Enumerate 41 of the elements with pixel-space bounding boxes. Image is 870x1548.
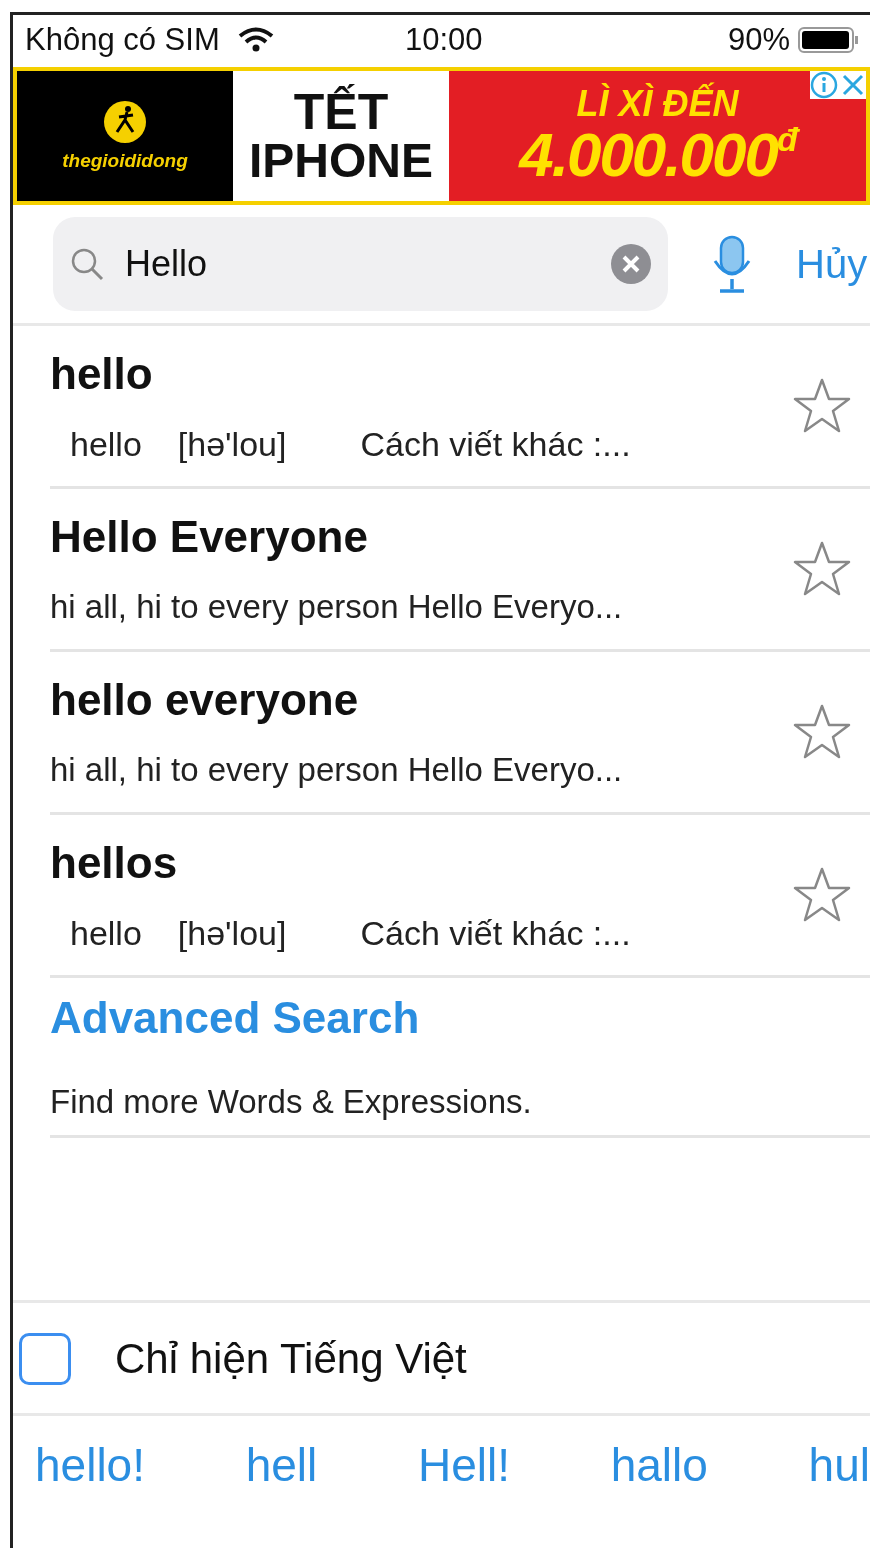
brand-logo-icon xyxy=(103,100,147,144)
result-title[interactable]: Hello Everyone xyxy=(50,512,792,562)
wifi-icon xyxy=(237,27,274,53)
carrier-label: Không có SIM xyxy=(25,22,220,58)
search-field[interactable]: Hello xyxy=(53,217,668,311)
result-word: hello xyxy=(70,913,142,953)
result-note: Cách viết khác :... xyxy=(360,913,631,953)
favorite-star-icon[interactable] xyxy=(792,377,852,435)
suggestion-link[interactable]: hello! xyxy=(35,1438,145,1492)
suggestion-link[interactable]: hell xyxy=(245,1438,318,1492)
favorite-star-icon[interactable] xyxy=(792,703,852,761)
ad-amount: 4.000.000 xyxy=(519,122,777,188)
suggestion-link[interactable]: Hell! xyxy=(417,1438,510,1492)
suggestion-link[interactable]: hul xyxy=(808,1438,870,1492)
battery-percent: 90% xyxy=(727,22,790,58)
brand-name: thegioididong xyxy=(62,150,188,172)
pronunciation: [hə'lou] xyxy=(177,913,287,953)
advanced-search-link[interactable]: Advanced Search xyxy=(50,992,870,1043)
ad-offer: LÌ XÌ ĐẾN xyxy=(576,84,739,123)
suggestion-link[interactable]: hallo xyxy=(610,1438,708,1492)
result-word: hello xyxy=(70,424,142,464)
advanced-search-subtitle: Find more Words & Expressions. xyxy=(50,1082,533,1121)
result-title[interactable]: hellos xyxy=(50,837,792,888)
cancel-button[interactable]: Hủy xyxy=(796,241,868,287)
battery-icon xyxy=(798,27,858,53)
result-definition: hi all, hi to every person Hello Everyo... xyxy=(50,588,624,626)
clock: 10:00 xyxy=(405,22,484,58)
info-icon[interactable] xyxy=(810,71,838,99)
result-title[interactable]: hello xyxy=(50,348,792,399)
checkbox[interactable] xyxy=(19,1333,71,1385)
checkbox-label: Chỉ hiện Tiếng Việt xyxy=(115,1335,467,1383)
result-definition: hi all, hi to every person Hello Everyo... xyxy=(50,751,624,789)
favorite-star-icon[interactable] xyxy=(792,540,852,598)
clear-icon[interactable] xyxy=(610,243,652,285)
result-note: Cách viết khác :... xyxy=(360,424,631,464)
search-icon xyxy=(69,246,105,282)
pronunciation: [hə'lou] xyxy=(177,424,287,464)
ad-headline: IPHONE xyxy=(249,137,433,185)
result-title[interactable]: hello everyone xyxy=(50,675,792,725)
search-input[interactable]: Hello xyxy=(123,242,592,286)
favorite-star-icon[interactable] xyxy=(792,866,852,924)
